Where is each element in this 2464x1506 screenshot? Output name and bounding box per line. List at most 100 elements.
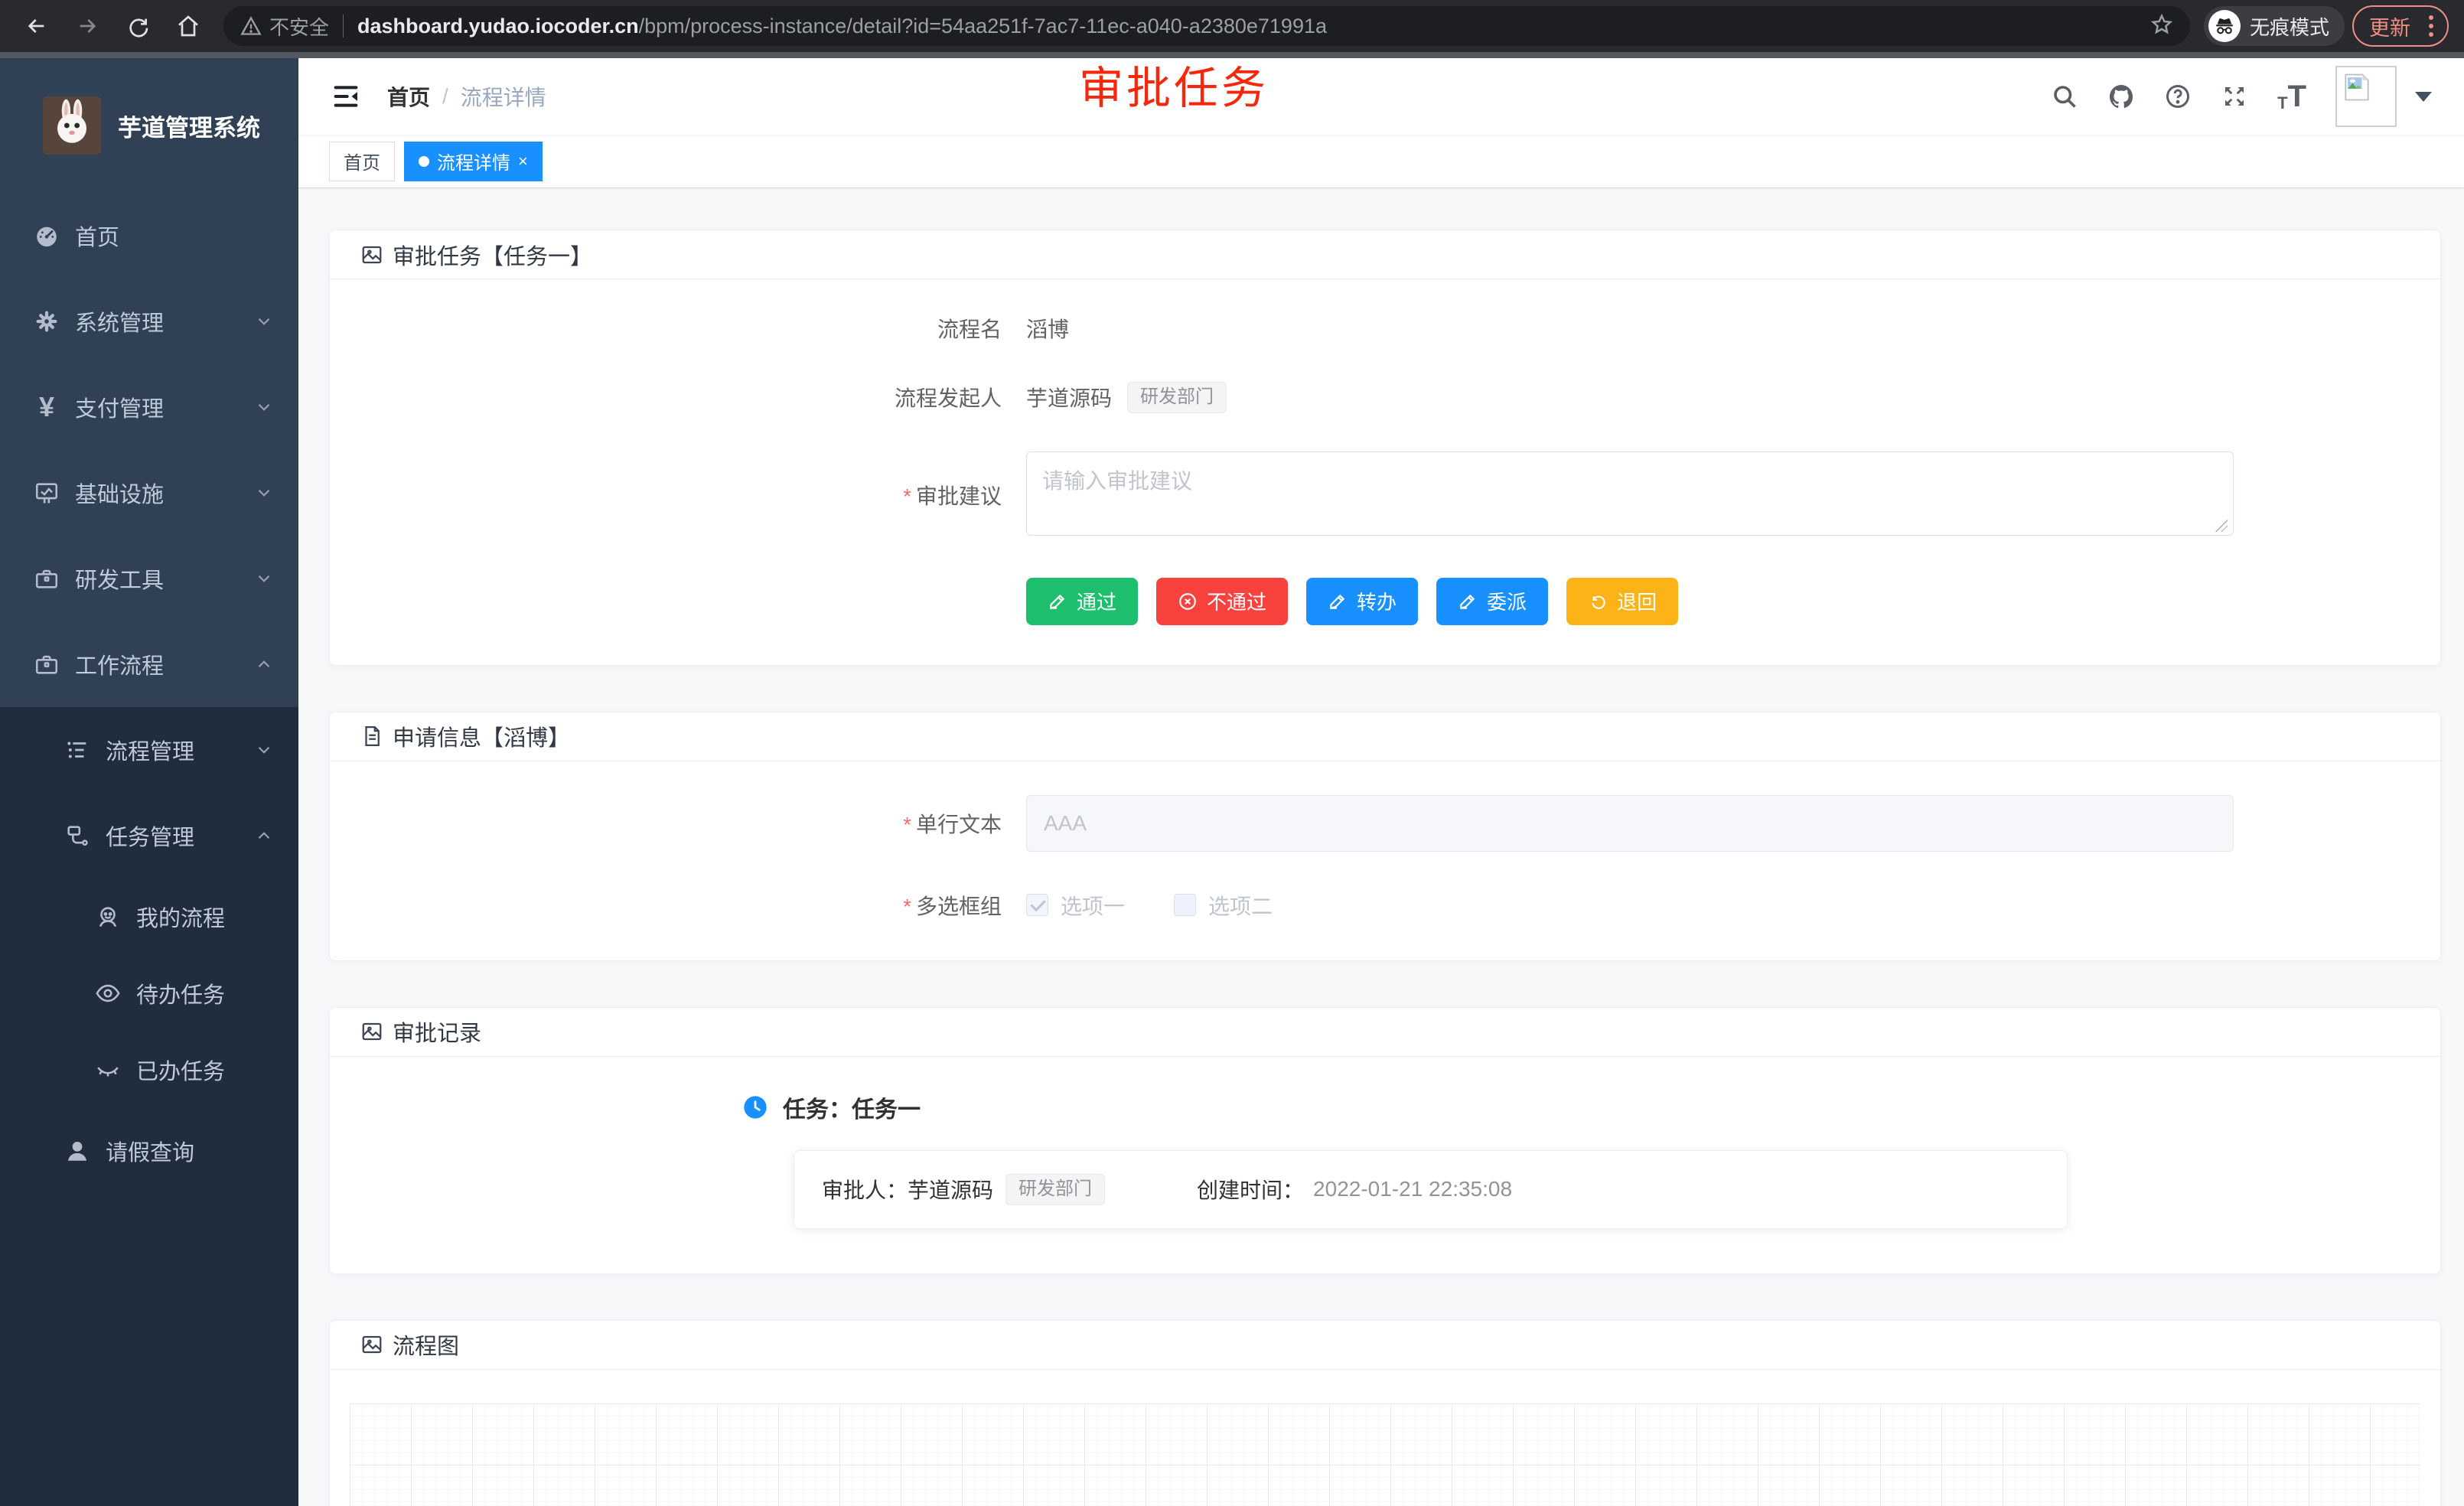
bpmn-canvas[interactable]: [350, 1403, 2420, 1506]
search-button[interactable]: [2051, 83, 2078, 110]
annotation-title: 审批任务: [1079, 52, 1269, 116]
sidebar-item-label: 支付管理: [75, 391, 164, 423]
star-icon: [2150, 13, 2173, 36]
sidebar-item-payment[interactable]: ¥ 支付管理: [0, 364, 298, 450]
timeline-node: 任务：任务一: [743, 1090, 2410, 1124]
card-header: 审批任务【任务一】: [330, 230, 2440, 279]
comment-textarea[interactable]: [1026, 451, 2234, 536]
url-host: dashboard.yudao.iocoder.cn: [357, 15, 639, 37]
sidebar-item-home[interactable]: 首页: [0, 193, 298, 279]
single-text-row: *单行文本: [360, 795, 2410, 852]
eye-closed-icon: [95, 1057, 121, 1083]
action-buttons: 通过 不通过 转办 委: [1026, 578, 1678, 625]
chevron-down-icon: [254, 397, 274, 417]
breadcrumb: 首页 / 流程详情: [387, 81, 546, 112]
sidebar-item-task-mgmt[interactable]: 任务管理: [0, 793, 298, 878]
sidebar-item-done-tasks[interactable]: 已办任务: [0, 1032, 298, 1108]
tag-label: 流程详情: [437, 148, 510, 174]
dept-tag: 研发部门: [1005, 1174, 1105, 1205]
monitor-icon: [34, 480, 60, 506]
browser-reload-button[interactable]: [116, 5, 159, 47]
sidebar-item-label: 请假查询: [106, 1135, 194, 1167]
url-text: dashboard.yudao.iocoder.cn/bpm/process-i…: [357, 15, 2138, 38]
card-title: 审批记录: [393, 1015, 481, 1048]
field-label: *多选框组: [360, 890, 1026, 921]
checkbox-option-1: 选项一: [1026, 890, 1125, 921]
picture-icon: [360, 243, 383, 266]
github-button[interactable]: [2107, 83, 2135, 110]
return-button[interactable]: 退回: [1566, 578, 1678, 625]
avatar[interactable]: [2335, 66, 2397, 127]
approve-button[interactable]: 通过: [1026, 578, 1138, 625]
logo-area[interactable]: 芋道管理系统: [0, 58, 298, 193]
chevron-up-icon: [254, 654, 274, 674]
active-dot: [419, 156, 429, 167]
browser-update-button[interactable]: 更新: [2352, 5, 2449, 47]
address-bar[interactable]: 不安全 dashboard.yudao.iocoder.cn/bpm/proce…: [223, 6, 2190, 46]
approval-timeline: 任务：任务一 审批人： 芋道源码 研发部门 创建时间： 2022-01-21 2…: [360, 1090, 2410, 1229]
fullscreen-button[interactable]: [2221, 83, 2248, 110]
user-icon: [64, 1138, 90, 1164]
incognito-icon: [2208, 10, 2241, 42]
url-path: /bpm/process-instance/detail?id=54aa251f…: [639, 15, 1327, 37]
caret-down-icon[interactable]: [2415, 92, 2432, 102]
tag-process-detail[interactable]: 流程详情 ×: [404, 142, 543, 181]
sidebar-item-todo-tasks[interactable]: 待办任务: [0, 955, 298, 1032]
help-button[interactable]: [2164, 83, 2192, 110]
breadcrumb-home[interactable]: 首页: [387, 81, 430, 112]
hamburger-fold-icon: [331, 81, 361, 112]
delegate-button[interactable]: 委派: [1436, 578, 1548, 625]
eye-icon: [95, 980, 121, 1006]
browser-forward-button[interactable]: [66, 5, 109, 47]
sidebar-item-my-process[interactable]: 我的流程: [0, 878, 298, 955]
card-body: 流程名 滔博 流程发起人 芋道源码 研发部门 *审批建议: [330, 279, 2440, 665]
back-icon: [24, 14, 49, 38]
circle-close-icon: [1178, 592, 1198, 611]
sidebar-item-workflow[interactable]: 工作流程: [0, 621, 298, 707]
comment-row: *审批建议: [360, 451, 2410, 539]
github-icon: [2107, 83, 2135, 110]
sidebar-item-label: 系统管理: [75, 305, 164, 337]
browser-menu-button[interactable]: [2423, 15, 2440, 37]
initiator-name: 芋道源码: [1026, 382, 1112, 412]
sidebar-item-leave-query[interactable]: 请假查询: [0, 1108, 298, 1194]
browser-back-button[interactable]: [15, 5, 58, 47]
create-time-label: 创建时间：: [1197, 1174, 1304, 1204]
sidebar-item-label: 任务管理: [106, 820, 194, 852]
sidebar-item-system[interactable]: 系统管理: [0, 279, 298, 364]
transfer-button[interactable]: 转办: [1306, 578, 1418, 625]
tag-home[interactable]: 首页: [329, 142, 395, 181]
chevron-down-icon: [254, 483, 274, 503]
font-size-button[interactable]: TT: [2277, 81, 2306, 112]
broken-image-icon: [2340, 70, 2374, 104]
reload-icon: [125, 14, 150, 38]
sidebar-item-devtools[interactable]: 研发工具: [0, 536, 298, 621]
omnibox-divider: [343, 15, 344, 37]
sidebar-toggle-button[interactable]: [331, 81, 361, 112]
search-icon: [2051, 83, 2078, 110]
close-icon[interactable]: ×: [518, 153, 528, 170]
sidebar-item-label: 工作流程: [75, 648, 164, 680]
sidebar-item-infra[interactable]: 基础设施: [0, 450, 298, 536]
edit-icon: [1458, 592, 1478, 611]
bookmark-star-button[interactable]: [2150, 13, 2173, 40]
breadcrumb-current: 流程详情: [461, 81, 546, 112]
browser-home-button[interactable]: [167, 5, 210, 47]
card-header: 申请信息【滔博】: [330, 712, 2440, 761]
undo-icon: [1588, 592, 1608, 611]
chevron-down-icon: [254, 569, 274, 588]
actions-row: 通过 不通过 转办 委: [360, 578, 2410, 625]
card-header: 流程图: [330, 1321, 2440, 1370]
dashboard-icon: [34, 223, 60, 249]
picture-icon: [360, 1333, 383, 1356]
sidebar-item-label: 基础设施: [75, 477, 164, 509]
required-star: *: [903, 484, 911, 508]
list-icon: [64, 737, 90, 763]
checkbox-option-2: 选项二: [1174, 890, 1273, 921]
edit-icon: [1328, 592, 1348, 611]
sidebar-item-label: 研发工具: [75, 562, 164, 595]
reject-button[interactable]: 不通过: [1156, 578, 1288, 625]
security-indicator[interactable]: 不安全: [240, 12, 329, 41]
sidebar: 芋道管理系统 首页 系统管理 ¥ 支付管理: [0, 58, 298, 1506]
sidebar-item-process-mgmt[interactable]: 流程管理: [0, 707, 298, 793]
